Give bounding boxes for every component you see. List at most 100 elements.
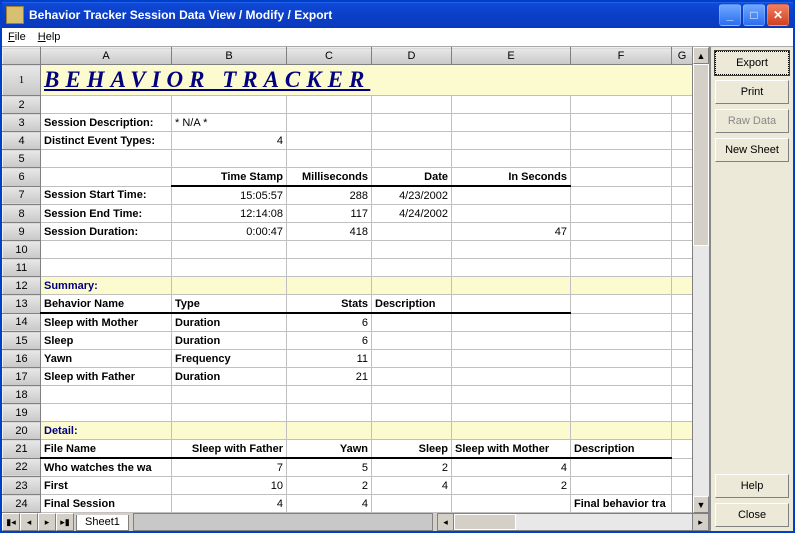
close-button[interactable]: ✕ [767,4,789,26]
detail-col-swf[interactable]: Sleep with Father [172,440,287,459]
row-header[interactable]: 17 [3,368,41,386]
scroll-down-icon[interactable]: ▼ [693,496,709,513]
scroll-right-icon[interactable]: ▸ [692,514,708,530]
summary-row-type[interactable]: Duration [172,313,287,332]
summary-row-name[interactable]: Sleep with Mother [41,313,172,332]
horizontal-scrollbar[interactable]: ◂ ▸ [437,513,709,531]
row-header[interactable]: 22 [3,458,41,477]
row-header[interactable]: 5 [3,150,41,168]
detail-val[interactable]: 10 [172,477,287,495]
row-header[interactable]: 2 [3,96,41,114]
detail-col-desc[interactable]: Description [571,440,672,459]
row-header[interactable]: 15 [3,332,41,350]
detail-val[interactable]: 2 [372,458,452,477]
close-panel-button[interactable]: Close [715,503,789,527]
col-header-G[interactable]: G [672,48,693,65]
col-header-A[interactable]: A [41,48,172,65]
distinct-event-types-value[interactable]: 4 [172,132,287,150]
scroll-track[interactable] [693,246,709,496]
menu-file[interactable]: File [2,30,32,44]
detail-val[interactable]: 5 [287,458,372,477]
scroll-track[interactable] [516,514,692,530]
export-button[interactable]: Export [715,51,789,75]
tab-nav-prev-icon[interactable]: ◂ [20,513,38,531]
session-duration-time[interactable]: 0:00:47 [172,223,287,241]
session-end-label[interactable]: Session End Time: [41,205,172,223]
tab-nav-next-icon[interactable]: ▸ [38,513,56,531]
row-header[interactable]: 20 [3,422,41,440]
summary-row-type[interactable]: Duration [172,368,287,386]
tab-nav-last-icon[interactable]: ▸▮ [56,513,74,531]
header-date[interactable]: Date [372,168,452,187]
session-duration-label[interactable]: Session Duration: [41,223,172,241]
summary-row-name[interactable]: Sleep with Father [41,368,172,386]
help-button[interactable]: Help [715,474,789,498]
col-header-D[interactable]: D [372,48,452,65]
row-header[interactable]: 13 [3,295,41,314]
row-header[interactable]: 14 [3,313,41,332]
header-time-stamp[interactable]: Time Stamp [172,168,287,187]
detail-val[interactable]: 4 [372,477,452,495]
summary-row-name[interactable]: Yawn [41,350,172,368]
session-end-time[interactable]: 12:14:08 [172,205,287,223]
row-header[interactable]: 9 [3,223,41,241]
detail-val[interactable]: 7 [172,458,287,477]
summary-col-behavior[interactable]: Behavior Name [41,295,172,314]
scroll-left-icon[interactable]: ◂ [438,514,454,530]
print-button[interactable]: Print [715,80,789,104]
summary-row-stats[interactable]: 6 [287,313,372,332]
tab-nav-first-icon[interactable]: ▮◂ [2,513,20,531]
summary-row-type[interactable]: Frequency [172,350,287,368]
distinct-event-types-label[interactable]: Distinct Event Types: [41,132,172,150]
row-header[interactable]: 3 [3,114,41,132]
row-header[interactable]: 24 [3,495,41,513]
detail-val[interactable]: 4 [172,495,287,513]
session-start-time[interactable]: 15:05:57 [172,186,287,205]
detail-file[interactable]: First [41,477,172,495]
scroll-thumb[interactable] [693,64,709,246]
detail-file[interactable]: Who watches the wa [41,458,172,477]
summary-row-stats[interactable]: 11 [287,350,372,368]
sheet-tab-sheet1[interactable]: Sheet1 [76,515,129,531]
detail-heading[interactable]: Detail: [41,422,172,440]
detail-col-yawn[interactable]: Yawn [287,440,372,459]
detail-val[interactable]: 2 [452,477,571,495]
summary-row-stats[interactable]: 21 [287,368,372,386]
summary-col-description[interactable]: Description [372,295,452,314]
row-header[interactable]: 18 [3,386,41,404]
session-start-date[interactable]: 4/23/2002 [372,186,452,205]
session-start-ms[interactable]: 288 [287,186,372,205]
detail-desc[interactable]: Final behavior tra [571,495,672,513]
detail-val[interactable]: 2 [287,477,372,495]
col-header-B[interactable]: B [172,48,287,65]
grid[interactable]: A B C D E F G 1 BEHAVIOR TRACKER [2,47,692,513]
session-start-label[interactable]: Session Start Time: [41,186,172,205]
col-header-F[interactable]: F [571,48,672,65]
summary-heading[interactable]: Summary: [41,277,172,295]
summary-row-name[interactable]: Sleep [41,332,172,350]
row-header[interactable]: 7 [3,186,41,205]
minimize-button[interactable]: _ [719,4,741,26]
session-end-date[interactable]: 4/24/2002 [372,205,452,223]
summary-row-type[interactable]: Duration [172,332,287,350]
menu-help[interactable]: Help [32,30,67,44]
row-header[interactable]: 10 [3,241,41,259]
session-duration-ms[interactable]: 418 [287,223,372,241]
row-header[interactable]: 8 [3,205,41,223]
session-description-label[interactable]: Session Description: [41,114,172,132]
session-duration-seconds[interactable]: 47 [452,223,571,241]
session-end-ms[interactable]: 117 [287,205,372,223]
scroll-up-icon[interactable]: ▲ [693,47,709,64]
vertical-scrollbar[interactable]: ▲ ▼ [692,47,709,513]
row-header[interactable]: 16 [3,350,41,368]
row-header[interactable]: 6 [3,168,41,187]
header-in-seconds[interactable]: In Seconds [452,168,571,187]
row-header[interactable]: 25 [3,513,41,514]
detail-col-sleep[interactable]: Sleep [372,440,452,459]
new-sheet-button[interactable]: New Sheet [715,138,789,162]
select-all-corner[interactable] [3,48,41,65]
col-header-C[interactable]: C [287,48,372,65]
row-header[interactable]: 1 [3,65,41,96]
maximize-button[interactable]: □ [743,4,765,26]
raw-data-button[interactable]: Raw Data [715,109,789,133]
